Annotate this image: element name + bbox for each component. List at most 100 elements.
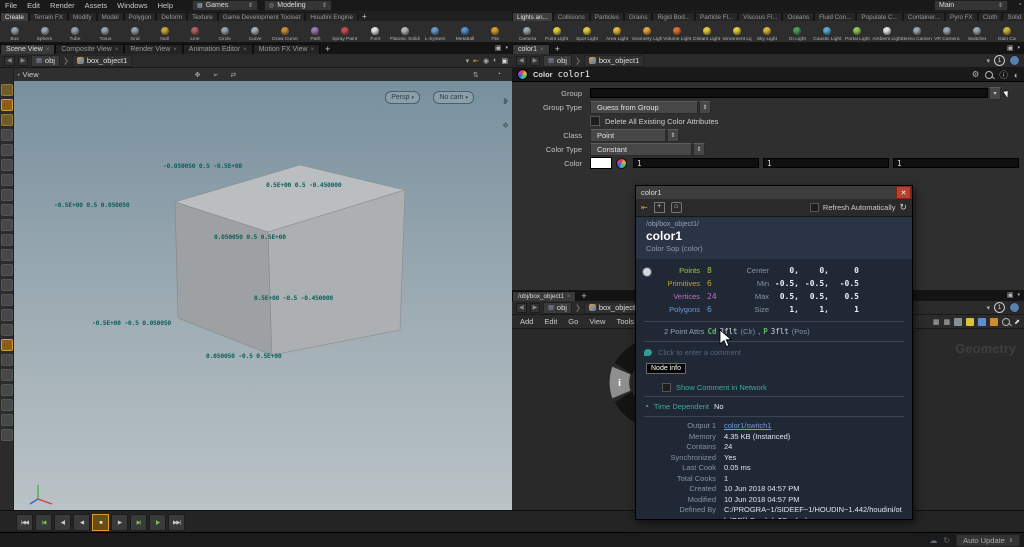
- shelf-tool-file[interactable]: File: [480, 25, 510, 42]
- viewport-tool-icon[interactable]: [1, 174, 13, 186]
- step-back-button[interactable]: ◀|: [54, 514, 71, 531]
- forward-icon[interactable]: ▶: [530, 303, 541, 313]
- viewport-tool-icon[interactable]: [1, 264, 13, 276]
- desktop-modeling-select[interactable]: ◎ Modeling ⇕: [264, 0, 332, 11]
- close-button[interactable]: ✕: [896, 186, 911, 199]
- viewport-tool-icon[interactable]: [1, 99, 13, 111]
- search-icon[interactable]: [1002, 318, 1010, 326]
- close-icon[interactable]: ×: [540, 47, 544, 53]
- viewport-tool-icon[interactable]: [1, 204, 13, 216]
- desktop-games-select[interactable]: ▦ Games ⇕: [192, 0, 258, 11]
- select-tool-icon[interactable]: ✥: [195, 71, 201, 79]
- shelf-tab-fluid-con-[interactable]: Fluid Con...: [814, 12, 856, 21]
- pane-tab-render-view[interactable]: Render View×: [124, 44, 182, 54]
- play-reverse-button[interactable]: ◀: [73, 514, 90, 531]
- viewport-tool-icon[interactable]: [1, 399, 13, 411]
- spin-icon[interactable]: ⇕: [667, 129, 679, 142]
- close-icon[interactable]: ×: [115, 47, 119, 53]
- shelf-tool-font[interactable]: Font: [360, 25, 390, 42]
- shelf-tab-create[interactable]: Create: [0, 12, 29, 21]
- shelf-tab-pyro-fx[interactable]: Pyro FX: [945, 12, 978, 21]
- view-menu-label[interactable]: View: [23, 70, 39, 79]
- path-root-chip[interactable]: ▤ obj: [31, 55, 60, 67]
- viewport-tool-icon[interactable]: [1, 339, 13, 351]
- shelf-tab-modify[interactable]: Modify: [68, 12, 97, 21]
- close-icon[interactable]: ×: [243, 47, 247, 53]
- viewport-tool-icon[interactable]: [1, 279, 13, 291]
- network-menu-view[interactable]: View: [589, 317, 605, 326]
- desktop-main-select[interactable]: Main ⇕: [934, 0, 1008, 11]
- link-icon[interactable]: ◐: [493, 57, 497, 64]
- pane-menu-icon[interactable]: ▾: [505, 45, 508, 51]
- step-forward-button[interactable]: ▶|: [130, 514, 147, 531]
- shelf-tool-portal-light[interactable]: Portal Light: [842, 25, 872, 42]
- shelf-tab-particles[interactable]: Particles: [590, 12, 624, 21]
- shelf-tab-rigid-bod-[interactable]: Rigid Bod...: [652, 12, 695, 21]
- path-node-chip[interactable]: box_object1: [584, 55, 644, 67]
- background-image-icon[interactable]: [978, 318, 986, 326]
- shelf-tool-box[interactable]: Box: [0, 25, 30, 42]
- shelf-tool-gain-ca[interactable]: Gain Ca: [992, 25, 1022, 42]
- projection-select[interactable]: Persp ▾: [385, 91, 420, 104]
- back-icon[interactable]: ◀: [516, 56, 527, 66]
- shelf-tool-distant-light[interactable]: Distant Light: [692, 25, 722, 42]
- view-option-icon[interactable]: ❖: [502, 121, 509, 130]
- pin-count-icon[interactable]: 1: [994, 302, 1005, 313]
- viewport-tool-icon[interactable]: [1, 369, 13, 381]
- snap-icon[interactable]: ❥: [502, 97, 509, 106]
- shelf-tool-stereo-camera[interactable]: Stereo Camera: [902, 25, 932, 42]
- shelf-tool-line[interactable]: Line: [180, 25, 210, 42]
- class-select[interactable]: Point: [590, 129, 666, 142]
- viewport-tool-icon[interactable]: [1, 309, 13, 321]
- shelf-tool-platonic-solids[interactable]: Platonic Solids: [390, 25, 420, 42]
- pane-layout-icon[interactable]: ▣: [1007, 44, 1014, 52]
- shelf-tab-populate-c-[interactable]: Populate C...: [856, 12, 902, 21]
- shelf-tab-model[interactable]: Model: [97, 12, 124, 21]
- shelf-tab-deform[interactable]: Deform: [156, 12, 187, 21]
- spin-icon[interactable]: ⇕: [693, 143, 705, 156]
- shelf-tool-spot-light[interactable]: Spot Light: [572, 25, 602, 42]
- shelf-tool-environment-light[interactable]: Environment Light: [722, 25, 752, 42]
- refresh-auto-checkbox[interactable]: [810, 203, 819, 212]
- shelf-tool-point-light[interactable]: Point Light: [542, 25, 572, 42]
- lock-icon[interactable]: ⌂: [671, 202, 682, 213]
- viewport-tool-icon[interactable]: [1, 249, 13, 261]
- viewport-tool-icon[interactable]: [1, 219, 13, 231]
- menu-file[interactable]: File: [0, 1, 22, 10]
- shelf-tool-draw-curve[interactable]: Draw Curve: [270, 25, 300, 42]
- netbox-icon[interactable]: [990, 318, 998, 326]
- display-icon[interactable]: ▣: [501, 57, 508, 65]
- popup-titlebar[interactable]: color1 ✕: [636, 186, 912, 199]
- delete-attrs-checkbox[interactable]: [590, 116, 600, 126]
- viewport-tool-icon[interactable]: [1, 414, 13, 426]
- color-g-input[interactable]: 1: [763, 158, 889, 168]
- network-menu-go[interactable]: Go: [568, 317, 578, 326]
- shelf-tool-tube[interactable]: Tube: [60, 25, 90, 42]
- add-shelf-tab-button[interactable]: +: [358, 12, 371, 21]
- viewport-tool-icon[interactable]: [1, 159, 13, 171]
- path-root-chip[interactable]: ▤ obj: [543, 302, 572, 314]
- shelf-tool-sphere[interactable]: Sphere: [30, 25, 60, 42]
- update-mode-select[interactable]: Auto Update ⇕: [956, 534, 1020, 547]
- viewport-tool-icon[interactable]: [1, 354, 13, 366]
- color-b-input[interactable]: 1: [893, 158, 1019, 168]
- forward-icon[interactable]: ▶: [530, 56, 541, 66]
- back-icon[interactable]: ◀: [516, 303, 527, 313]
- shelf-tool-curve[interactable]: Curve: [240, 25, 270, 42]
- jump-up-icon[interactable]: ⬈: [1014, 318, 1020, 326]
- select-arrow-icon[interactable]: [1003, 89, 1010, 97]
- go-to-start-button[interactable]: |◀◀: [16, 514, 33, 531]
- group-input[interactable]: [590, 88, 988, 98]
- pin-count-icon[interactable]: 1: [994, 55, 1005, 66]
- expand-icon[interactable]: +: [654, 202, 665, 213]
- shelf-tool-metaball[interactable]: Metaball: [450, 25, 480, 42]
- shelf-tool-area-light[interactable]: Area Light: [602, 25, 632, 42]
- shelf-tab-terrain-fx[interactable]: Terrain FX: [29, 12, 68, 21]
- stop-button[interactable]: ■: [92, 514, 109, 531]
- shelf-tool-spray-paint[interactable]: Spray Paint: [330, 25, 360, 42]
- viewport-tool-icon[interactable]: [1, 189, 13, 201]
- pane-tab-animation-editor[interactable]: Animation Editor×: [183, 44, 253, 54]
- group-type-select[interactable]: Guess from Group: [590, 101, 698, 114]
- shelf-tool-l-system[interactable]: L-System: [420, 25, 450, 42]
- pane-tab-composite-view[interactable]: Composite View×: [55, 44, 124, 54]
